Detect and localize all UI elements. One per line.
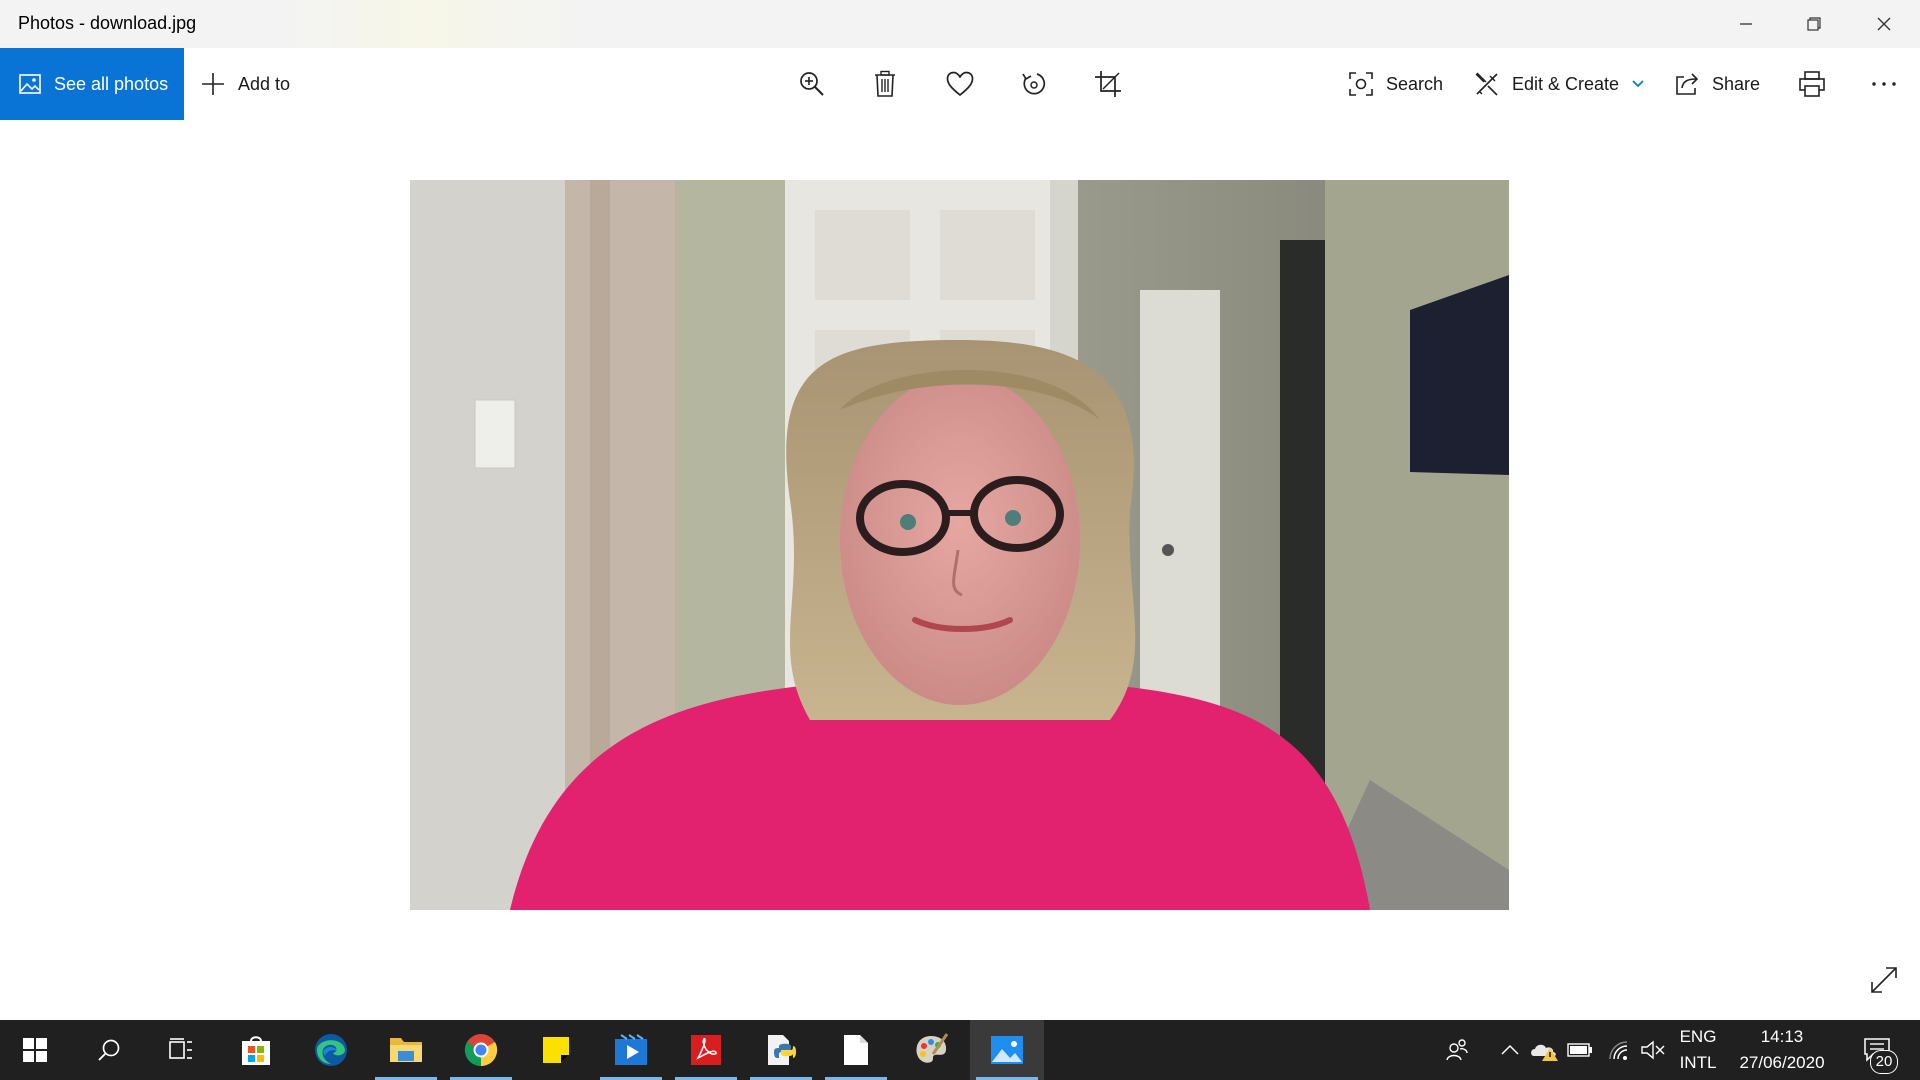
visual-search-icon <box>1348 71 1374 97</box>
edit-create-button[interactable]: Edit & Create <box>1474 48 1645 120</box>
taskbar-app-paint[interactable] <box>894 1020 968 1080</box>
wifi-icon <box>1609 1041 1628 1060</box>
add-to-label: Add to <box>238 73 291 94</box>
taskbar-app-photos[interactable] <box>970 1020 1044 1080</box>
close-button[interactable] <box>1850 0 1918 48</box>
expand-icon <box>1871 967 1897 993</box>
minimize-icon <box>1740 23 1752 25</box>
taskbar-search-button[interactable] <box>72 1020 146 1080</box>
share-icon <box>1674 71 1700 97</box>
favorite-heart-icon <box>946 71 974 97</box>
task-view-icon <box>169 1038 192 1059</box>
taskbar-app-media-player[interactable] <box>594 1020 668 1080</box>
search-label: Search <box>1386 73 1444 94</box>
action-center-button[interactable]: 20 <box>1852 1020 1902 1080</box>
chevron-down-icon <box>1631 79 1645 89</box>
search-icon <box>98 1039 120 1061</box>
more-icon <box>1872 82 1896 86</box>
command-bar: See all photos Add to Search Edit & Crea… <box>0 48 1920 120</box>
taskbar-app-microsoft-store[interactable] <box>219 1020 293 1080</box>
crop-button[interactable] <box>1082 58 1134 110</box>
start-button[interactable] <box>0 1020 70 1080</box>
taskbar-app-notepad[interactable] <box>819 1020 893 1080</box>
photos-app-icon <box>991 1036 1023 1064</box>
window-title: Photos - download.jpg <box>18 13 197 33</box>
folder-icon <box>390 1038 422 1062</box>
portrait-photo <box>410 180 1509 910</box>
print-icon <box>1799 71 1825 97</box>
input-language-indicator[interactable]: ENG INTL <box>1672 1024 1724 1076</box>
windows-logo-icon <box>23 1038 47 1062</box>
taskbar-app-acrobat-reader[interactable] <box>669 1020 743 1080</box>
volume-muted-icon <box>1641 1040 1665 1060</box>
see-all-photos-button[interactable]: See all photos <box>0 48 184 120</box>
battery-button[interactable] <box>1563 1020 1597 1080</box>
zoom-button[interactable] <box>786 58 838 110</box>
taskbar-app-sticky-notes[interactable] <box>519 1020 593 1080</box>
zoom-in-icon <box>800 72 824 96</box>
add-to-button[interactable]: Add to <box>200 48 290 120</box>
media-player-icon <box>615 1034 647 1065</box>
taskbar-app-python[interactable] <box>744 1020 818 1080</box>
paint-palette-icon <box>916 1033 949 1063</box>
restore-icon <box>1807 17 1821 31</box>
search-button[interactable]: Search <box>1348 48 1443 120</box>
rotate-button[interactable] <box>1008 58 1060 110</box>
clock[interactable]: 14:13 27/06/2020 <box>1730 1024 1834 1076</box>
clock-date: 27/06/2020 <box>1739 1053 1825 1072</box>
python-file-icon <box>768 1035 796 1065</box>
taskbar-app-edge[interactable] <box>294 1020 368 1080</box>
volume-button[interactable] <box>1636 1020 1670 1080</box>
crop-icon <box>1095 71 1121 97</box>
sticky-notes-icon <box>543 1037 569 1063</box>
microsoft-store-icon <box>242 1036 270 1065</box>
rotate-icon <box>1022 73 1046 95</box>
share-button[interactable]: Share <box>1674 48 1760 120</box>
photo-viewer-image[interactable] <box>410 180 1509 910</box>
taskbar-app-file-explorer[interactable] <box>369 1020 443 1080</box>
share-label: Share <box>1712 73 1761 94</box>
photo-gallery-icon <box>18 72 42 96</box>
blank-document-icon <box>844 1035 868 1065</box>
task-view-button[interactable] <box>144 1020 218 1080</box>
more-options-button[interactable] <box>1858 58 1910 110</box>
title-bar: Photos - download.jpg <box>0 0 1920 48</box>
acrobat-icon <box>691 1035 721 1065</box>
edit-create-label: Edit & Create <box>1512 73 1620 94</box>
chrome-icon <box>464 1034 498 1067</box>
delete-icon <box>875 70 895 97</box>
edit-create-icon <box>1474 71 1500 97</box>
restore-button[interactable] <box>1780 0 1848 48</box>
see-all-photos-label: See all photos <box>54 73 169 94</box>
favorite-button[interactable] <box>934 58 986 110</box>
onedrive-warning-button[interactable] <box>1528 1020 1562 1080</box>
notification-count-badge: 20 <box>1870 1050 1898 1074</box>
network-button[interactable] <box>1602 1020 1636 1080</box>
battery-icon <box>1567 1043 1592 1057</box>
people-button[interactable] <box>1440 1020 1474 1080</box>
language-code: ENG <box>1679 1027 1717 1046</box>
chevron-up-icon <box>1501 1044 1519 1055</box>
windows-taskbar: ENG INTL 14:13 27/06/2020 20 <box>0 1020 1920 1080</box>
people-icon <box>1446 1039 1468 1061</box>
show-hidden-icons-button[interactable] <box>1493 1020 1527 1080</box>
keyboard-layout: INTL <box>1679 1053 1717 1072</box>
clock-time: 14:13 <box>1760 1027 1804 1046</box>
taskbar-app-chrome[interactable] <box>444 1020 518 1080</box>
plus-icon <box>200 71 226 97</box>
edge-icon <box>315 1034 347 1066</box>
onedrive-warning-icon <box>1531 1044 1558 1061</box>
delete-button[interactable] <box>859 58 911 110</box>
close-icon <box>1877 17 1891 31</box>
print-button[interactable] <box>1786 58 1838 110</box>
minimize-button[interactable] <box>1712 0 1780 48</box>
full-screen-button[interactable] <box>1862 958 1906 1002</box>
